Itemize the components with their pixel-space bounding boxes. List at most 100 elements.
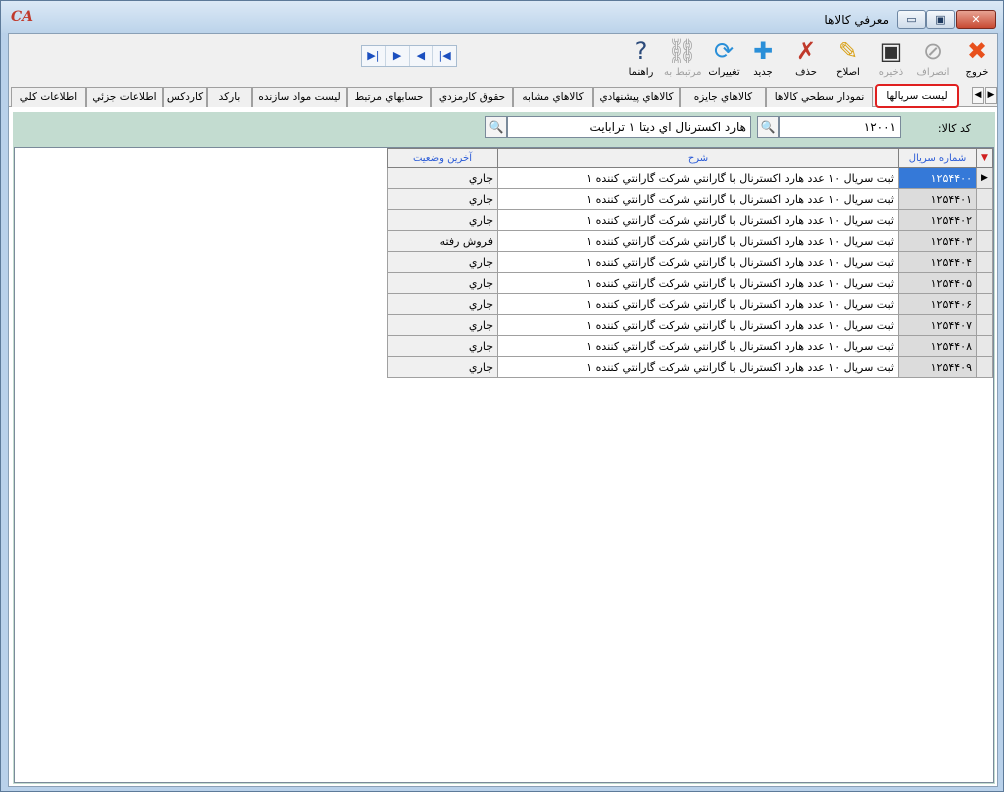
tab-materials-list[interactable]: ليست مواد سازنده	[252, 87, 347, 107]
table-row[interactable]: ۱۲۵۴۴۰۸ ثبت سريال ۱۰ عدد هارد اکسترنال با…	[387, 335, 993, 357]
table-row[interactable]: ۱۲۵۴۴۰۳ ثبت سريال ۱۰ عدد هارد اکسترنال با…	[387, 230, 993, 252]
serial-cell[interactable]: ۱۲۵۴۴۰۰	[898, 167, 977, 189]
product-name-search-icon[interactable]: 🔍	[485, 116, 507, 138]
description-cell[interactable]: ثبت سريال ۱۰ عدد هارد اکسترنال با گارانت…	[497, 335, 899, 357]
description-cell[interactable]: ثبت سريال ۱۰ عدد هارد اکسترنال با گارانت…	[497, 251, 899, 273]
tab-scroll-right-button[interactable]: ▶	[985, 87, 997, 104]
serial-cell[interactable]: ۱۲۵۴۴۰۷	[898, 314, 977, 336]
status-cell[interactable]: جاري	[387, 272, 498, 294]
serial-cell[interactable]: ۱۲۵۴۴۰۲	[898, 209, 977, 231]
new-label: جديد	[753, 67, 773, 78]
column-header-last-status[interactable]: آخرين وضعيت	[387, 148, 498, 168]
description-cell[interactable]: ثبت سريال ۱۰ عدد هارد اکسترنال با گارانت…	[497, 314, 899, 336]
table-row[interactable]: ۱۲۵۴۴۰۵ ثبت سريال ۱۰ عدد هارد اکسترنال با…	[387, 272, 993, 294]
save-button[interactable]: ▣ ذخيره	[873, 36, 909, 84]
status-cell[interactable]: جاري	[387, 167, 498, 189]
filter-icon[interactable]: ▼	[976, 148, 993, 168]
status-cell[interactable]: جاري	[387, 335, 498, 357]
status-cell[interactable]: جاري	[387, 209, 498, 231]
serial-cell[interactable]: ۱۲۵۴۴۰۶	[898, 293, 977, 315]
serial-cell[interactable]: ۱۲۵۴۴۰۱	[898, 188, 977, 210]
serial-cell[interactable]: ۱۲۵۴۴۰۴	[898, 251, 977, 273]
application-window: CA معرفي کالاها ▭ ▣ ✕ ✖ خروج ⊘ انصراف ▣ …	[0, 0, 1004, 792]
tab-commission[interactable]: حقوق کارمزدي	[431, 87, 513, 107]
product-code-search-icon[interactable]: 🔍	[757, 116, 779, 138]
close-window-button[interactable]: ✕	[956, 10, 996, 29]
table-row[interactable]: ۱۲۵۴۴۰۱ ثبت سريال ۱۰ عدد هارد اکسترنال با…	[387, 188, 993, 210]
tab-suggested-goods[interactable]: کالاهاي پيشنهادي	[593, 87, 680, 107]
edit-button[interactable]: ✎ اصلاح	[830, 36, 866, 84]
status-cell[interactable]: جاري	[387, 314, 498, 336]
row-indicator	[976, 251, 993, 273]
toolbar: ✖ خروج ⊘ انصراف ▣ ذخيره ✎ اصلاح ✗ حذف ✚ …	[9, 34, 997, 84]
column-header-description[interactable]: شرح	[497, 148, 899, 168]
header-row: ▼ شماره سريال شرح آخرين وضعيت	[387, 148, 993, 168]
description-cell[interactable]: ثبت سريال ۱۰ عدد هارد اکسترنال با گارانت…	[497, 356, 899, 378]
description-cell[interactable]: ثبت سريال ۱۰ عدد هارد اکسترنال با گارانت…	[497, 293, 899, 315]
changes-button[interactable]: ⟳ تغييرات	[706, 36, 742, 84]
serial-table: ▼ شماره سريال شرح آخرين وضعيت ▶ ۱۲۵۴۴۰۰ ثب…	[387, 148, 993, 378]
cancel-label: انصراف	[916, 67, 950, 78]
column-header-serial[interactable]: شماره سريال	[898, 148, 977, 168]
tab-bonus-goods[interactable]: کالاهاي جايزه	[680, 87, 766, 107]
status-cell[interactable]: جاري	[387, 356, 498, 378]
tab-related-accounts[interactable]: حسابهاي مرتبط	[347, 87, 431, 107]
table-row[interactable]: ۱۲۵۴۴۰۹ ثبت سريال ۱۰ عدد هارد اکسترنال با…	[387, 356, 993, 378]
tab-kardex[interactable]: کاردکس	[163, 87, 207, 107]
status-cell[interactable]: فروش رفته	[387, 230, 498, 252]
tab-detail-info[interactable]: اطلاعات جزئي	[86, 87, 163, 107]
table-row[interactable]: ۱۲۵۴۴۰۴ ثبت سريال ۱۰ عدد هارد اکسترنال با…	[387, 251, 993, 273]
exit-button[interactable]: ✖ خروج	[959, 36, 995, 84]
minimize-button[interactable]: ▭	[897, 10, 926, 29]
delete-button[interactable]: ✗ حذف	[788, 36, 824, 84]
serial-cell[interactable]: ۱۲۵۴۴۰۸	[898, 335, 977, 357]
first-record-button[interactable]: |◀	[432, 46, 456, 66]
record-navigator: ▶| ▶ ◀ |◀	[361, 45, 457, 67]
prev-record-button[interactable]: ◀	[408, 46, 433, 66]
changes-label: تغييرات	[708, 67, 740, 78]
question-icon: ?	[634, 37, 648, 65]
serial-cell[interactable]: ۱۲۵۴۴۰۵	[898, 272, 977, 294]
maximize-button[interactable]: ▣	[926, 10, 955, 29]
table-row[interactable]: ۱۲۵۴۴۰۷ ثبت سريال ۱۰ عدد هارد اکسترنال با…	[387, 314, 993, 336]
table-row[interactable]: ۱۲۵۴۴۰۶ ثبت سريال ۱۰ عدد هارد اکسترنال با…	[387, 293, 993, 315]
title-bar[interactable]: CA معرفي کالاها ▭ ▣ ✕	[1, 1, 1003, 33]
tab-strip: ▶ ◀ ليست سريالها نمودار سطحي کالاها کالا…	[9, 84, 997, 108]
tab-serial-list[interactable]: ليست سريالها	[875, 84, 959, 108]
table-row[interactable]: ▶ ۱۲۵۴۴۰۰ ثبت سريال ۱۰ عدد هارد اکسترنال ب…	[387, 167, 993, 189]
tab-barcode[interactable]: بارکد	[207, 87, 252, 107]
row-indicator	[976, 314, 993, 336]
next-record-button[interactable]: ▶	[384, 46, 409, 66]
edit-label: اصلاح	[836, 67, 860, 78]
description-cell[interactable]: ثبت سريال ۱۰ عدد هارد اکسترنال با گارانت…	[497, 167, 899, 189]
row-indicator	[976, 356, 993, 378]
tab-scroll-left-button[interactable]: ◀	[972, 87, 984, 104]
last-record-button[interactable]: ▶|	[362, 46, 385, 66]
product-code-label: کد کالا:	[937, 122, 971, 135]
product-code-field[interactable]: ۱۲۰۰۱	[779, 116, 901, 138]
status-cell[interactable]: جاري	[387, 293, 498, 315]
row-indicator	[976, 230, 993, 252]
product-name-field[interactable]: هارد اکسترنال اي ديتا ۱ ترابايت	[507, 116, 751, 138]
description-cell[interactable]: ثبت سريال ۱۰ عدد هارد اکسترنال با گارانت…	[497, 272, 899, 294]
new-document-icon: ✚	[752, 37, 774, 65]
help-button[interactable]: ? راهنما	[623, 36, 659, 84]
tab-similar-goods[interactable]: کالاهاي مشابه	[513, 87, 593, 107]
x-icon: ✖	[966, 37, 988, 65]
description-cell[interactable]: ثبت سريال ۱۰ عدد هارد اکسترنال با گارانت…	[497, 188, 899, 210]
new-button[interactable]: ✚ جديد	[745, 36, 781, 84]
serial-cell[interactable]: ۱۲۵۴۴۰۳	[898, 230, 977, 252]
cancel-button[interactable]: ⊘ انصراف	[915, 36, 951, 84]
filter-bar: کد کالا: ۱۲۰۰۱ 🔍 هارد اکسترنال اي ديتا ۱…	[13, 112, 995, 146]
description-cell[interactable]: ثبت سريال ۱۰ عدد هارد اکسترنال با گارانت…	[497, 209, 899, 231]
serial-grid: ▼ شماره سريال شرح آخرين وضعيت ▶ ۱۲۵۴۴۰۰ ثب…	[14, 147, 994, 783]
serial-cell[interactable]: ۱۲۵۴۴۰۹	[898, 356, 977, 378]
tab-surface-chart[interactable]: نمودار سطحي کالاها	[766, 87, 873, 107]
delete-label: حذف	[795, 67, 817, 78]
tab-general-info[interactable]: اطلاعات کلي	[11, 87, 86, 107]
status-cell[interactable]: جاري	[387, 188, 498, 210]
table-row[interactable]: ۱۲۵۴۴۰۲ ثبت سريال ۱۰ عدد هارد اکسترنال با…	[387, 209, 993, 231]
description-cell[interactable]: ثبت سريال ۱۰ عدد هارد اکسترنال با گارانت…	[497, 230, 899, 252]
status-cell[interactable]: جاري	[387, 251, 498, 273]
related-button[interactable]: ⛓ مرتبط به	[664, 36, 702, 84]
